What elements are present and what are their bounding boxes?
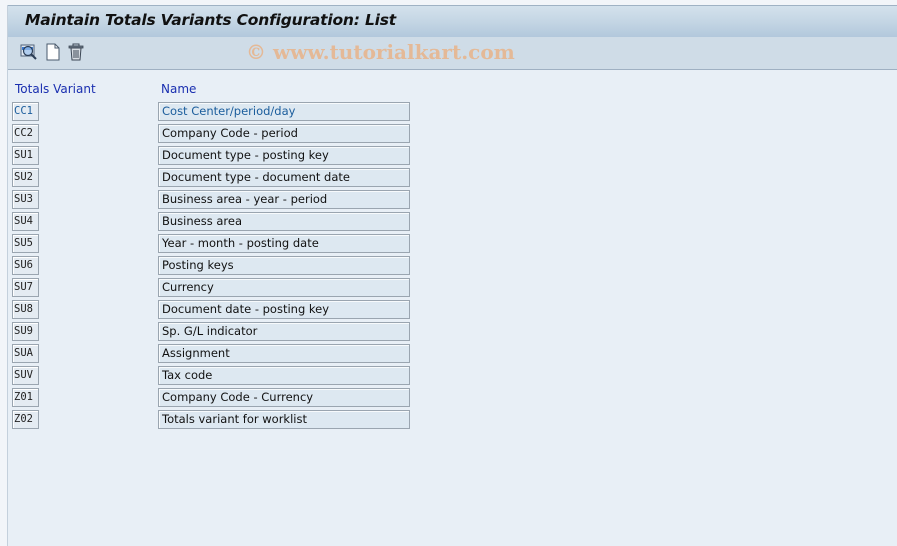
table-row[interactable]: SU3 Business area - year - period: [8, 189, 428, 211]
totals-variant-name: Document type - document date: [158, 168, 410, 187]
totals-variant-code[interactable]: SU6: [12, 256, 39, 275]
table-row[interactable]: SU1 Document type - posting key: [8, 145, 428, 167]
table-row[interactable]: SUA Assignment: [8, 343, 428, 365]
totals-variant-name: Posting keys: [158, 256, 410, 275]
totals-variant-name: Company Code - Currency: [158, 388, 410, 407]
totals-variant-name: Tax code: [158, 366, 410, 385]
page-title: Maintain Totals Variants Configuration: …: [25, 11, 396, 29]
table-row[interactable]: Z01 Company Code - Currency: [8, 387, 428, 409]
watermark-text: © www.tutorialkart.com: [246, 40, 515, 64]
totals-variant-code[interactable]: SU9: [12, 322, 39, 341]
totals-variant-code[interactable]: CC1: [12, 102, 39, 121]
totals-variant-code[interactable]: Z01: [12, 388, 39, 407]
magnifier-detail-icon: [20, 44, 37, 60]
table-row[interactable]: SU8 Document date - posting key: [8, 299, 428, 321]
display-detail-button[interactable]: [20, 43, 38, 61]
table-row[interactable]: SU6 Posting keys: [8, 255, 428, 277]
totals-variant-code[interactable]: SU1: [12, 146, 39, 165]
new-entries-button[interactable]: [44, 43, 62, 61]
totals-variant-name: Totals variant for worklist: [158, 410, 410, 429]
table-row[interactable]: SU2 Document type - document date: [8, 167, 428, 189]
totals-variant-code[interactable]: SU8: [12, 300, 39, 319]
totals-variant-name: Company Code - period: [158, 124, 410, 143]
table-row[interactable]: Z02 Totals variant for worklist: [8, 409, 428, 431]
table-row[interactable]: SUV Tax code: [8, 365, 428, 387]
table-row[interactable]: CC1 Cost Center/period/day: [8, 101, 428, 123]
totals-variant-code[interactable]: SU5: [12, 234, 39, 253]
totals-variant-list: Totals Variant Name CC1 Cost Center/perio…: [8, 70, 897, 546]
sap-window: Maintain Totals Variants Configuration: …: [7, 5, 897, 546]
totals-variant-code[interactable]: SU2: [12, 168, 39, 187]
totals-variant-code[interactable]: SU3: [12, 190, 39, 209]
totals-variant-name: Assignment: [158, 344, 410, 363]
totals-variant-name: Business area - year - period: [158, 190, 410, 209]
totals-variant-code[interactable]: SU7: [12, 278, 39, 297]
totals-variant-name: Business area: [158, 212, 410, 231]
totals-variant-code[interactable]: SUV: [12, 366, 39, 385]
new-document-icon: [46, 43, 60, 61]
application-toolbar: © www.tutorialkart.com: [8, 37, 897, 70]
totals-variant-code[interactable]: SUA: [12, 344, 39, 363]
totals-variant-code[interactable]: SU4: [12, 212, 39, 231]
table-row[interactable]: SU5 Year - month - posting date: [8, 233, 428, 255]
table-row[interactable]: SU7 Currency: [8, 277, 428, 299]
totals-variant-code[interactable]: CC2: [12, 124, 39, 143]
table-row[interactable]: CC2 Company Code - period: [8, 123, 428, 145]
totals-variant-name: Currency: [158, 278, 410, 297]
totals-variant-name: Document type - posting key: [158, 146, 410, 165]
totals-variant-name: Cost Center/period/day: [158, 102, 410, 121]
column-header-totals-variant: Totals Variant: [15, 82, 96, 96]
table-row[interactable]: SU9 Sp. G/L indicator: [8, 321, 428, 343]
totals-variant-name: Document date - posting key: [158, 300, 410, 319]
delete-button[interactable]: [67, 43, 85, 61]
title-bar: Maintain Totals Variants Configuration: …: [8, 5, 897, 38]
table-row[interactable]: SU4 Business area: [8, 211, 428, 233]
totals-variant-name: Sp. G/L indicator: [158, 322, 410, 341]
trash-icon: [68, 43, 84, 61]
column-header-name: Name: [161, 82, 197, 96]
totals-variant-code[interactable]: Z02: [12, 410, 39, 429]
totals-variant-name: Year - month - posting date: [158, 234, 410, 253]
